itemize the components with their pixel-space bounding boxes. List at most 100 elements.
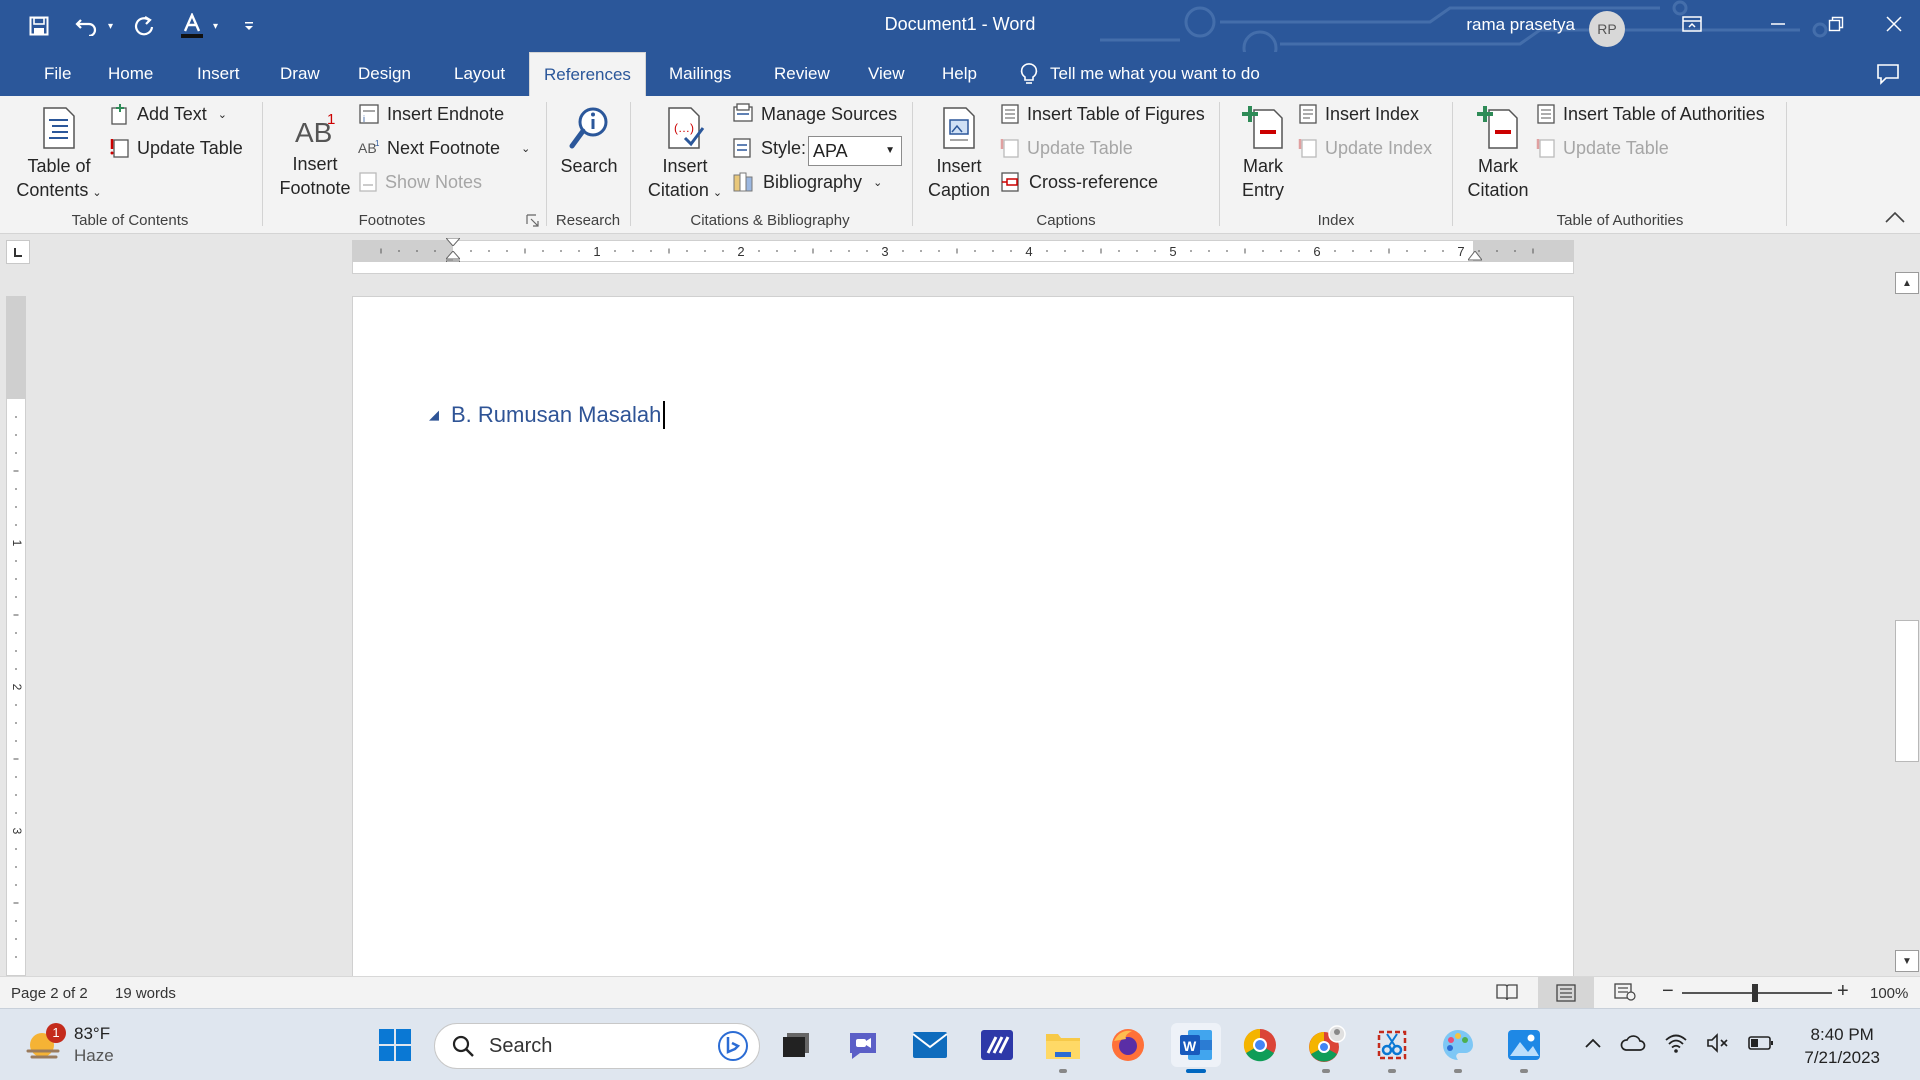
first-line-indent-marker[interactable]	[446, 238, 460, 246]
word-app[interactable]: W	[1171, 1023, 1221, 1073]
print-layout-button[interactable]	[1538, 977, 1594, 1008]
firefox-app[interactable]	[1106, 1023, 1150, 1067]
zoom-in-button[interactable]: +	[1837, 980, 1849, 1003]
insert-citation-button[interactable]: (…) Insert Citation ⌄	[638, 106, 732, 205]
zoom-out-button[interactable]: −	[1662, 980, 1674, 1003]
avatar[interactable]: RP	[1589, 11, 1625, 47]
citation-style-select[interactable]: APA ▼	[808, 136, 902, 166]
scroll-down-button[interactable]: ▼	[1895, 950, 1919, 972]
zoom-level[interactable]: 100%	[1870, 985, 1908, 1002]
bibliography-button[interactable]: Bibliography ⌄	[732, 168, 882, 196]
insert-footnote-line2: Footnote	[279, 178, 351, 198]
tab-review[interactable]: Review	[760, 52, 844, 96]
snipping-tool-icon	[1377, 1030, 1407, 1060]
right-indent-marker[interactable]	[1468, 251, 1482, 261]
tab-file[interactable]: File	[30, 52, 85, 96]
tab-view[interactable]: View	[854, 52, 919, 96]
mark-entry-button[interactable]: Mark Entry	[1230, 104, 1296, 202]
file-explorer-app[interactable]	[1041, 1023, 1085, 1073]
cross-reference-button[interactable]: Cross-reference	[1000, 168, 1158, 196]
ribbon-display-options-button[interactable]	[1660, 0, 1724, 48]
web-layout-button[interactable]	[1614, 983, 1636, 1005]
insert-index-button[interactable]: Insert Index	[1298, 100, 1419, 128]
manage-sources-button[interactable]: Manage Sources	[732, 100, 897, 128]
insert-endnote-button[interactable]: i Insert Endnote	[358, 100, 504, 128]
scroll-thumb[interactable]	[1895, 620, 1919, 762]
battery-button[interactable]	[1748, 1035, 1774, 1056]
insert-table-of-authorities-button[interactable]: Insert Table of Authorities	[1536, 100, 1765, 128]
update-table-figures-button[interactable]: Update Table	[1000, 134, 1133, 162]
chrome-profile-app[interactable]	[1304, 1023, 1348, 1073]
mark-citation-line2: Citation	[1467, 180, 1529, 200]
user-name[interactable]: rama prasetya	[1466, 15, 1575, 35]
scroll-up-button[interactable]: ▲	[1895, 272, 1919, 294]
table-of-contents-button[interactable]: Table of Contents ⌄	[14, 106, 104, 205]
weather-widget[interactable]: 1 83°F Haze	[24, 1023, 114, 1067]
vertical-ruler[interactable]: 1 2 3	[6, 296, 26, 976]
tab-home[interactable]: Home	[94, 52, 167, 96]
tab-insert[interactable]: Insert	[183, 52, 254, 96]
close-button[interactable]	[1862, 0, 1920, 48]
search-label: Search	[560, 156, 618, 176]
ruler-number: 4	[1025, 244, 1032, 259]
tab-layout[interactable]: Layout	[440, 52, 519, 96]
style-label: Style:	[761, 137, 807, 158]
collapse-heading-icon[interactable]: ◢	[429, 407, 439, 423]
volume-button[interactable]	[1706, 1032, 1730, 1058]
taskbar-search[interactable]: Search	[434, 1023, 760, 1069]
heading-paragraph[interactable]: ◢ B. Rumusan Masalah	[429, 401, 666, 429]
minimize-button[interactable]	[1746, 0, 1810, 48]
tab-references[interactable]: References	[529, 52, 646, 97]
visual-studio-app[interactable]	[975, 1023, 1019, 1067]
onedrive-button[interactable]	[1620, 1034, 1646, 1057]
wifi-button[interactable]	[1664, 1033, 1688, 1058]
word-count[interactable]: 19 words	[115, 985, 176, 1002]
teams-chat-app[interactable]	[841, 1023, 885, 1067]
next-footnote-label: Next Footnote	[387, 137, 501, 158]
mark-citation-button[interactable]: Mark Citation	[1462, 104, 1534, 202]
document-page[interactable]: ◢ B. Rumusan Masalah	[352, 296, 1574, 976]
update-index-button[interactable]: Update Index	[1298, 134, 1432, 162]
tab-selector[interactable]	[6, 240, 30, 264]
task-view-app[interactable]	[774, 1023, 818, 1067]
comments-button[interactable]	[1876, 63, 1900, 90]
next-footnote-button[interactable]: AB 1 Next Footnote ⌄	[358, 134, 530, 162]
show-hidden-icons-button[interactable]	[1584, 1036, 1602, 1054]
chrome-app[interactable]	[1238, 1023, 1282, 1067]
start-button[interactable]	[373, 1023, 417, 1067]
footnotes-dialog-launcher[interactable]	[526, 214, 540, 228]
add-text-button[interactable]: Add Text ⌄	[110, 100, 227, 128]
tell-me-search[interactable]: Tell me what you want to do	[1020, 52, 1260, 96]
insert-table-of-figures-button[interactable]: Insert Table of Figures	[1000, 100, 1205, 128]
read-mode-button[interactable]	[1496, 983, 1518, 1005]
mail-app[interactable]	[908, 1023, 952, 1067]
photos-app[interactable]	[1502, 1023, 1546, 1073]
snipping-tool-app[interactable]	[1370, 1023, 1414, 1073]
insert-caption-line2: Caption	[927, 180, 991, 200]
mark-entry-line1: Mark	[1243, 156, 1283, 176]
paint-app[interactable]	[1436, 1023, 1480, 1073]
collapse-ribbon-button[interactable]	[1884, 210, 1908, 228]
tab-design[interactable]: Design	[344, 52, 425, 96]
mark-entry-line2: Entry	[1241, 180, 1284, 200]
search-research-button[interactable]: Search	[554, 106, 624, 178]
comment-icon	[1877, 64, 1899, 85]
update-table-authorities-button[interactable]: Update Table	[1536, 134, 1669, 162]
tab-draw[interactable]: Draw	[266, 52, 334, 96]
task-view-icon	[783, 1033, 809, 1057]
update-table-button[interactable]: Update Table	[110, 134, 243, 162]
vertical-scrollbar[interactable]: ▲ ▼	[1894, 270, 1920, 976]
tab-mailings[interactable]: Mailings	[655, 52, 745, 96]
zoom-slider-thumb[interactable]	[1752, 984, 1758, 1002]
page-count[interactable]: Page 2 of 2	[11, 985, 88, 1002]
previous-page-bottom	[352, 262, 1574, 274]
insert-footnote-button[interactable]: AB 1 Insert Footnote	[274, 110, 356, 200]
insert-index-icon	[1299, 104, 1317, 124]
restore-button[interactable]	[1804, 0, 1868, 48]
horizontal-ruler[interactable]: 1 2 3 4 5 6 7	[352, 238, 1574, 269]
clock[interactable]: 8:40 PM 7/21/2023	[1804, 1023, 1880, 1069]
toc-label-line1: Table of	[27, 156, 91, 176]
show-notes-button[interactable]: Show Notes	[358, 168, 482, 196]
tab-help[interactable]: Help	[928, 52, 991, 96]
insert-caption-button[interactable]: Insert Caption	[918, 106, 1000, 202]
